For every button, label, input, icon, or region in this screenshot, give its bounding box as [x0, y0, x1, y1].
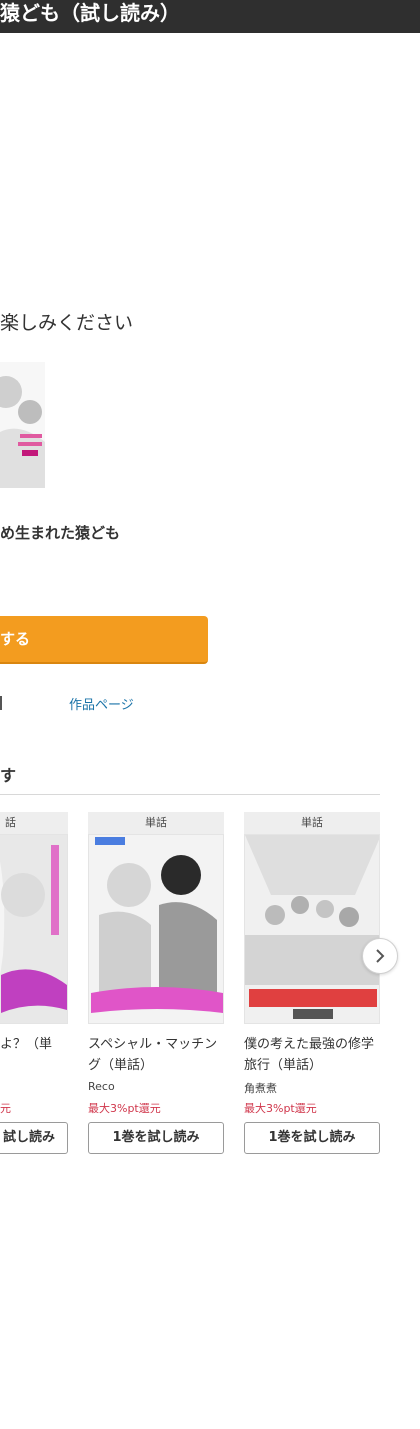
book-title: め生まれた猿ども	[0, 524, 121, 542]
recommend-card[interactable]: 単話 スペシャル・マッチング（単話） Reco 最大3%pt還元 1巻を試し読み	[88, 812, 224, 1154]
chevron-right-icon	[376, 949, 385, 963]
card-author	[0, 1080, 68, 1096]
card-author: Reco	[88, 1080, 115, 1093]
card-points: 最大3%pt還元	[88, 1102, 161, 1115]
card-tag: 話	[0, 812, 68, 834]
card-tag: 単話	[88, 812, 224, 834]
carousel-next-button[interactable]	[362, 938, 398, 974]
work-page-link[interactable]: 作品ページ	[69, 694, 134, 713]
book-cover-thumbnail[interactable]	[0, 362, 45, 488]
trial-read-button[interactable]: 1巻を試し読み	[88, 1122, 224, 1154]
section-divider	[0, 794, 380, 795]
card-author: 角煮煮	[244, 1082, 277, 1095]
cta-button[interactable]: する	[0, 616, 208, 664]
card-cover-illustration	[0, 835, 67, 1023]
enjoy-message: 楽しみください	[0, 312, 134, 334]
divider	[0, 696, 2, 710]
card-cover-illustration	[89, 835, 223, 1023]
card-cover[interactable]	[88, 834, 224, 1024]
trial-read-button[interactable]: 1巻を試し読み	[244, 1122, 380, 1154]
page: 猿ども（試し読み） 楽しみください め生まれた猿ども する 作品ページ す 話	[0, 0, 420, 1429]
card-points: 元	[0, 1102, 11, 1115]
card-points: 最大3%pt還元	[244, 1102, 317, 1115]
page-title: 猿ども（試し読み）	[0, 0, 420, 33]
card-cover[interactable]	[244, 834, 380, 1024]
cover-illustration	[0, 362, 45, 488]
card-title[interactable]: スペシャル・マッチング（単話）	[88, 1034, 224, 1076]
recommend-heading: す	[0, 766, 17, 785]
recommend-card[interactable]: 単話 僕の考えた最強の修学旅行（単話） 角煮煮 最大3%pt還元 1巻を試し読み	[244, 812, 380, 1154]
card-cover-illustration	[245, 835, 379, 1023]
trial-read-button[interactable]: 試し読み	[0, 1122, 68, 1154]
card-title[interactable]: よ？（単	[0, 1034, 68, 1076]
recommend-card[interactable]: 話 よ？（単 元 試し読み	[0, 812, 68, 1154]
card-tag: 単話	[244, 812, 380, 834]
card-cover[interactable]	[0, 834, 68, 1024]
card-title[interactable]: 僕の考えた最強の修学旅行（単話）	[244, 1034, 380, 1076]
